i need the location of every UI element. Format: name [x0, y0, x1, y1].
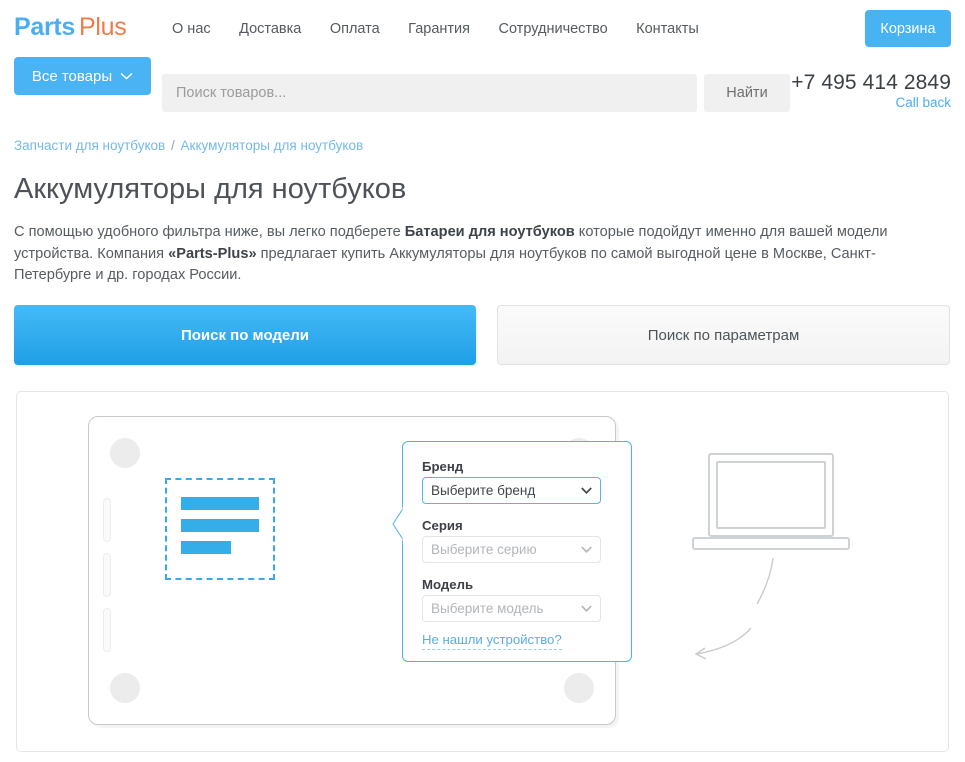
battery-label-bar-3 [181, 541, 231, 554]
breadcrumb-parent-link[interactable]: Запчасти для ноутбуков [14, 138, 165, 153]
nav-item-delivery[interactable]: Доставка [239, 19, 301, 39]
series-field-label: Серия [422, 518, 463, 533]
page-title: Аккумуляторы для ноутбуков [14, 170, 406, 208]
model-field-label: Модель [422, 577, 473, 592]
device-not-found-link[interactable]: Не нашли устройство? [422, 632, 562, 650]
search-input[interactable] [162, 74, 697, 112]
pointer-arrow-lower [697, 628, 751, 654]
pointer-line-upper [757, 558, 773, 604]
description-part-1: С помощью удобного фильтра ниже, вы легк… [14, 224, 405, 240]
breadcrumb-separator: / [171, 138, 175, 153]
battery-label-bar-2 [181, 519, 259, 532]
laptop-bottom-panel-illustration: Бренд Выберите бренд Серия Выберите сери… [88, 416, 616, 725]
breadcrumb-current-link[interactable]: Аккумуляторы для ноутбуков [181, 138, 364, 153]
main-nav: О нас Доставка Оплата Гарантия Сотруднич… [172, 19, 699, 41]
nav-item-contacts[interactable]: Контакты [636, 19, 699, 39]
chevron-down-icon [581, 605, 592, 612]
screw-icon-top-left [110, 438, 140, 468]
phone-number[interactable]: +7 495 414 2849 [731, 70, 951, 95]
all-categories-label: Все товары [32, 68, 112, 85]
site-header: PartsPlus О нас Доставка Оплата Гарантия… [0, 0, 965, 57]
model-select[interactable]: Выберите модель [422, 595, 601, 622]
series-select[interactable]: Выберите серию [422, 536, 601, 563]
search-bar: Все товары Найти +7 495 414 2849 Call ba… [0, 57, 965, 127]
screw-icon-bottom-left [110, 673, 140, 703]
vent-slot-left-2 [103, 553, 111, 597]
cart-button[interactable]: Корзина [865, 10, 951, 47]
logo-text-plus: Plus [79, 13, 126, 41]
brand-select-value: Выберите бренд [431, 483, 535, 498]
chevron-down-icon [120, 72, 133, 80]
tab-search-by-parameters[interactable]: Поиск по параметрам [497, 305, 950, 365]
brand-field-label: Бренд [422, 459, 463, 474]
call-back-link[interactable]: Call back [731, 94, 951, 112]
nav-item-payment[interactable]: Оплата [330, 19, 380, 39]
description-bold-1: Батареи для ноутбуков [405, 224, 575, 240]
site-logo[interactable]: PartsPlus [14, 13, 126, 42]
chevron-down-icon [581, 546, 592, 553]
vent-slot-left-1 [103, 498, 111, 542]
battery-label-bar-1 [181, 497, 259, 510]
battery-area-highlight [165, 478, 275, 580]
finder-card: Бренд Выберите бренд Серия Выберите сери… [16, 391, 949, 752]
flip-laptop-illustration [681, 442, 911, 672]
page-description: С помощью удобного фильтра ниже, вы легк… [14, 222, 914, 287]
screw-icon-bottom-right [564, 673, 594, 703]
model-select-value: Выберите модель [431, 601, 543, 616]
tab-search-by-model[interactable]: Поиск по модели [14, 305, 476, 365]
brand-select[interactable]: Выберите бренд [422, 477, 601, 504]
callout-pointer [392, 507, 403, 541]
laptop-icon [693, 454, 849, 549]
model-finder-callout: Бренд Выберите бренд Серия Выберите сери… [402, 441, 632, 662]
nav-item-warranty[interactable]: Гарантия [408, 19, 470, 39]
page-root: PartsPlus О нас Доставка Оплата Гарантия… [0, 0, 965, 762]
vent-slot-left-3 [103, 608, 111, 652]
series-select-value: Выберите серию [431, 542, 537, 557]
description-bold-2: «Parts-Plus» [168, 246, 256, 262]
nav-item-about[interactable]: О нас [172, 19, 211, 39]
logo-text-parts: Parts [14, 13, 75, 41]
nav-item-cooperation[interactable]: Сотрудничество [498, 19, 607, 39]
all-categories-dropdown[interactable]: Все товары [14, 57, 151, 95]
contact-phone-block: +7 495 414 2849 Call back [731, 70, 951, 112]
chevron-down-icon [581, 487, 592, 494]
breadcrumb: Запчасти для ноутбуков / Аккумуляторы дл… [14, 138, 363, 153]
